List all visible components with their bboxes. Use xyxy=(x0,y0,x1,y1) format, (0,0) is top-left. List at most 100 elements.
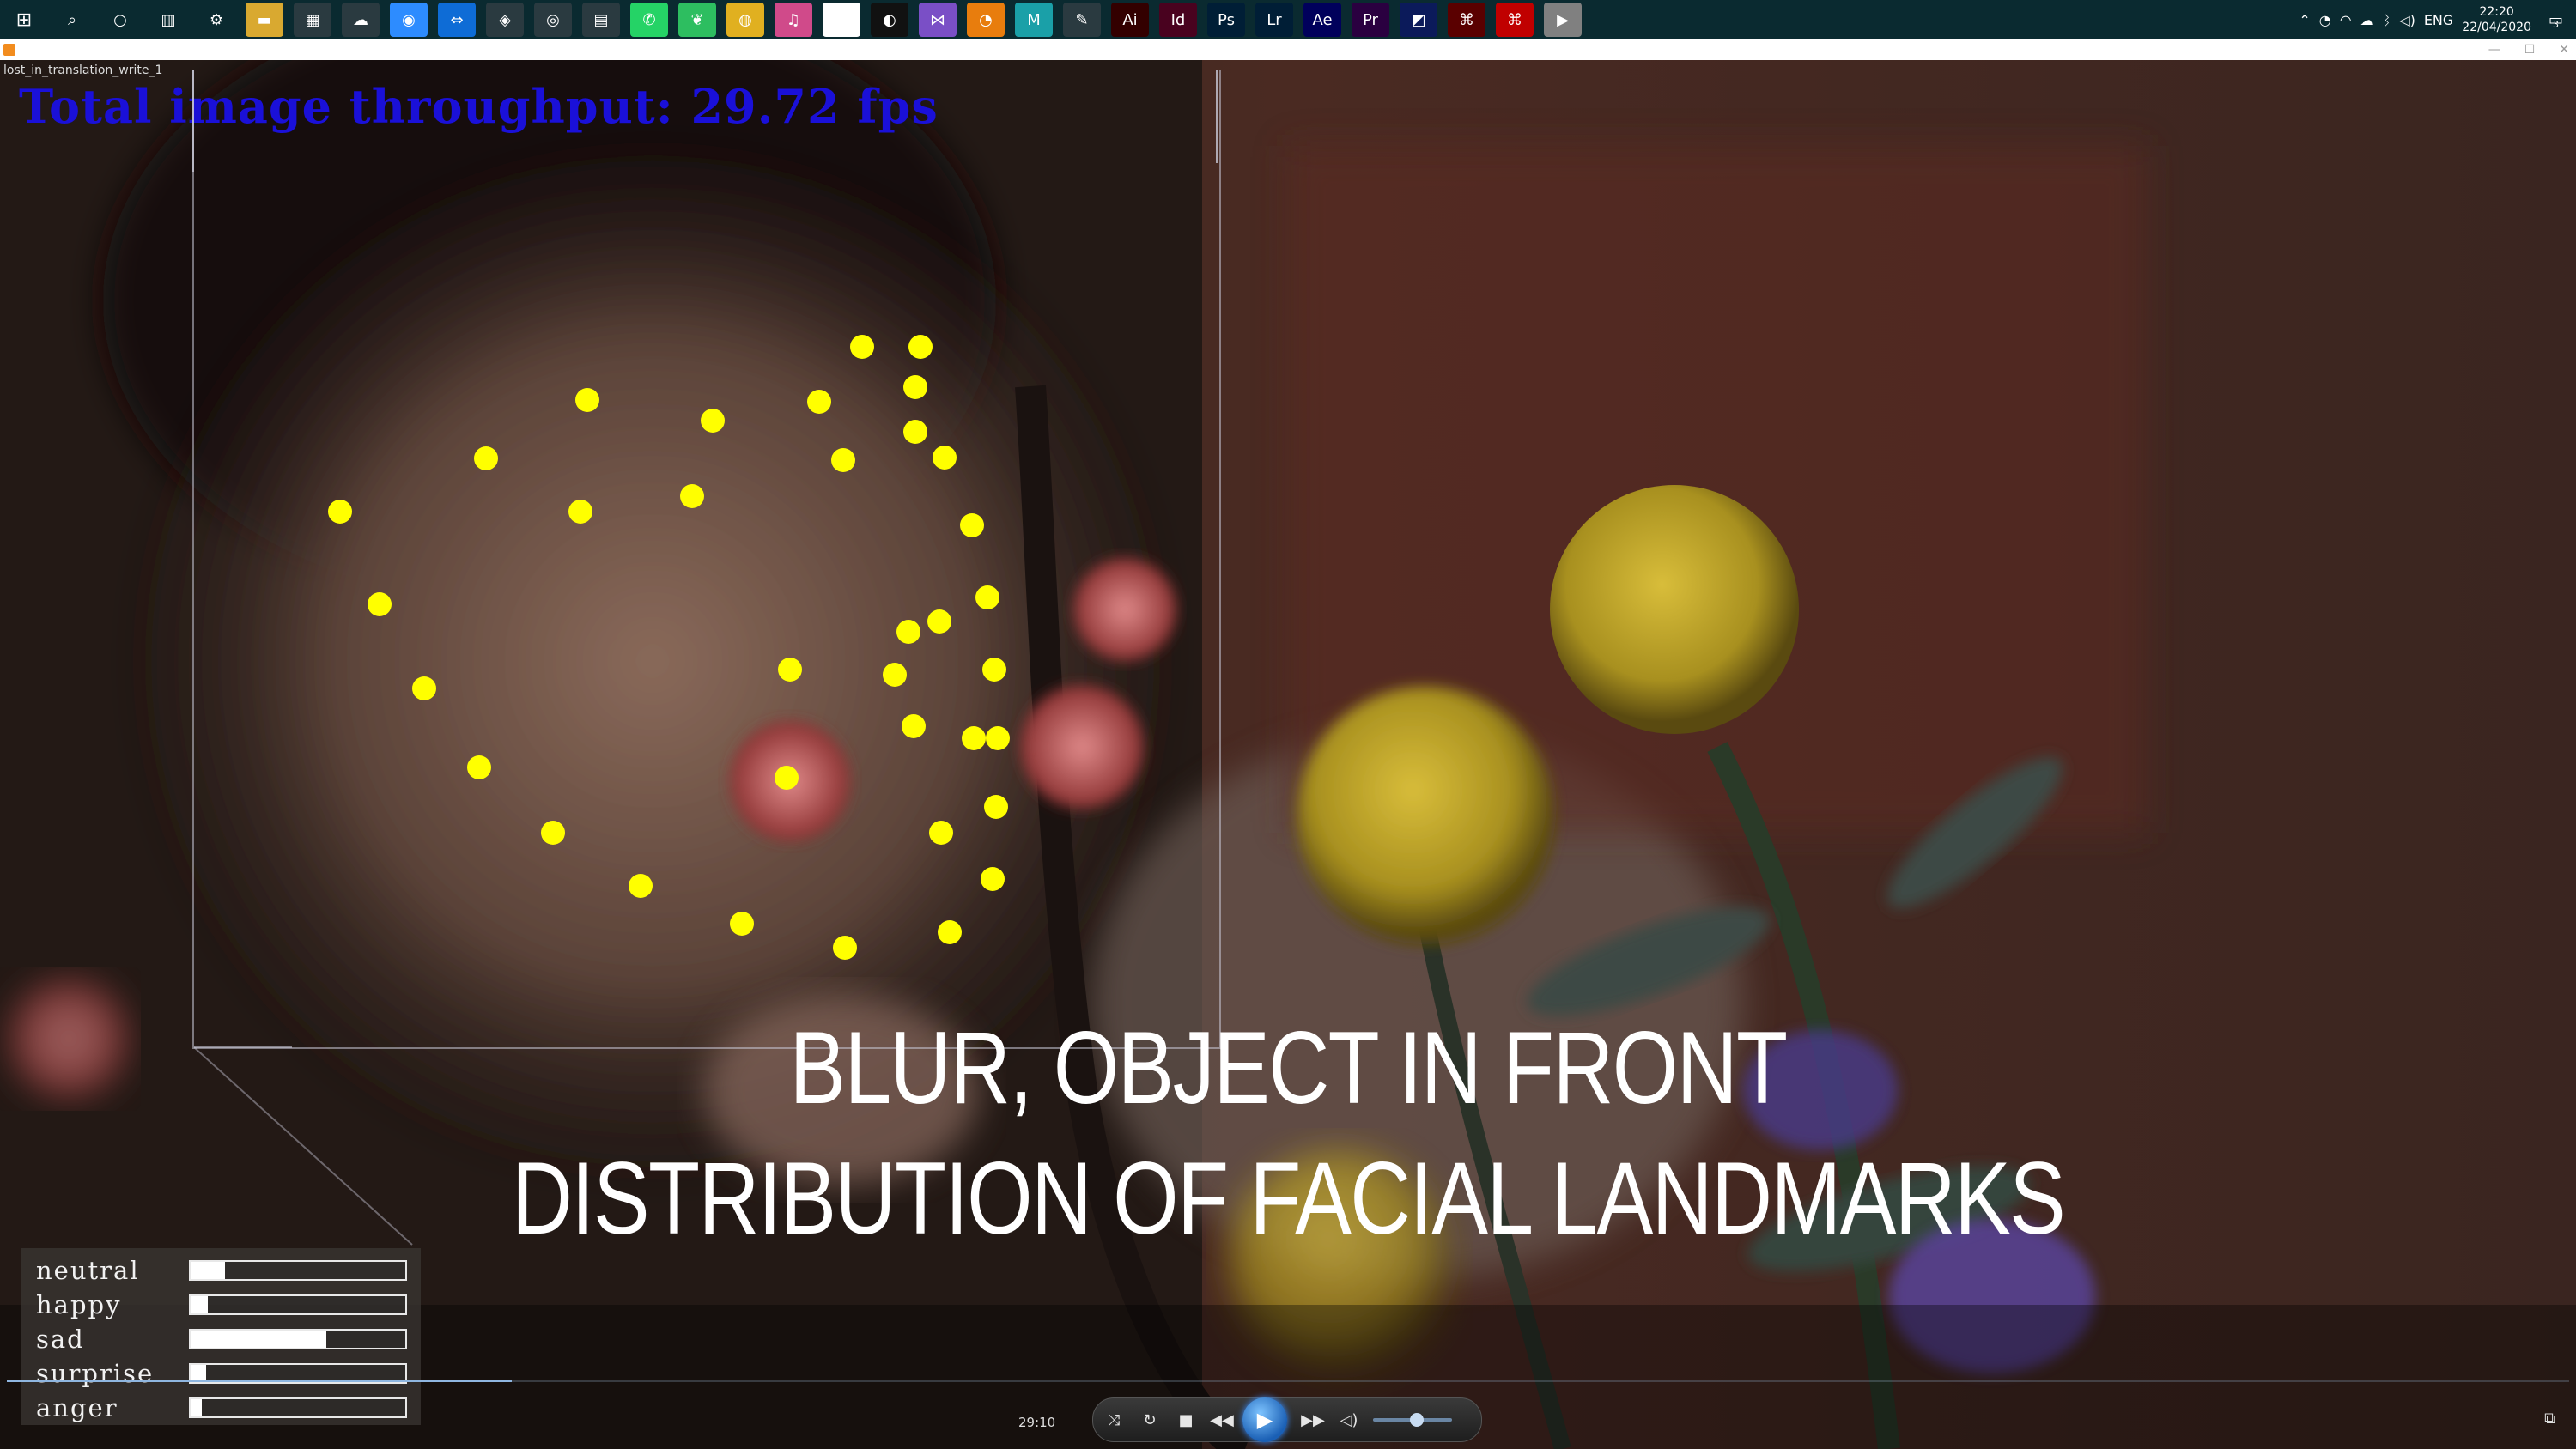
unreal-icon[interactable]: ◐ xyxy=(871,3,908,37)
weather-icon[interactable]: ☁ xyxy=(342,3,380,37)
play-icon: ▶ xyxy=(1256,1408,1273,1432)
teamviewer-icon[interactable]: ⇔ xyxy=(438,3,476,37)
landmark-point xyxy=(929,821,953,845)
landmark-point xyxy=(541,821,565,845)
acrobat-reader-icon[interactable]: ⌘ xyxy=(1496,3,1534,37)
obs-icon[interactable]: ◎ xyxy=(534,3,572,37)
landmark-point xyxy=(629,874,653,898)
tray-clock[interactable]: 22:20 22/04/2020 xyxy=(2462,4,2531,35)
caption-line-1: BLUR, OBJECT IN FRONT xyxy=(789,1010,1788,1125)
print-icon[interactable]: ▤ xyxy=(582,3,620,37)
maya-icon[interactable]: M xyxy=(1015,3,1053,37)
emotion-row-sad: sad xyxy=(21,1322,421,1356)
landmark-point xyxy=(933,446,957,470)
search-icon[interactable]: ⌕ xyxy=(53,3,91,37)
landmark-point xyxy=(975,585,999,609)
file-explorer-icon[interactable]: ▬ xyxy=(246,3,283,37)
landmark-point xyxy=(960,513,984,537)
lightroom-icon[interactable]: Lr xyxy=(1255,3,1293,37)
illustrator-icon[interactable]: Ai xyxy=(1111,3,1149,37)
landmark-point xyxy=(903,375,927,399)
landmark-point xyxy=(986,726,1010,750)
landmark-point xyxy=(850,335,874,359)
emotion-label: anger xyxy=(36,1393,118,1422)
calculator-icon[interactable]: ▦ xyxy=(294,3,331,37)
system-tray: ⌃ ◔ ◠ ☁ ᛒ ◁) ENG 22:20 22/04/2020 ▭ 3 xyxy=(2299,0,2567,39)
previous-icon[interactable]: ◀◀ xyxy=(1206,1404,1237,1435)
zoom-icon[interactable]: ◉ xyxy=(390,3,428,37)
landmark-point xyxy=(908,335,933,359)
elapsed-time: 29:10 xyxy=(1018,1415,1056,1430)
bluetooth-icon[interactable]: ᛒ xyxy=(2383,12,2391,28)
fullscreen-icon[interactable]: ⧉ xyxy=(2544,1410,2555,1428)
next-icon[interactable]: ▶▶ xyxy=(1297,1404,1328,1435)
shuffle-icon[interactable]: ⤨ xyxy=(1098,1404,1129,1435)
indesign-icon[interactable]: Id xyxy=(1159,3,1197,37)
visual-studio-icon[interactable]: ⋈ xyxy=(919,3,957,37)
volume-icon[interactable]: ◁) xyxy=(1334,1404,1364,1435)
premiere-icon[interactable]: Pr xyxy=(1352,3,1389,37)
emotion-row-happy: happy xyxy=(21,1288,421,1322)
landmark-point xyxy=(575,388,599,412)
close-icon[interactable]: ✕ xyxy=(2559,43,2569,57)
blender-icon[interactable]: ◔ xyxy=(967,3,1005,37)
acrobat-icon[interactable]: ⌘ xyxy=(1448,3,1485,37)
emotion-row-surprise: surprise xyxy=(21,1356,421,1391)
seek-bar[interactable] xyxy=(7,1380,2569,1382)
tray-time: 22:20 xyxy=(2479,5,2514,19)
emotion-bar-fill xyxy=(191,1331,326,1348)
maximize-icon[interactable]: ☐ xyxy=(2524,43,2536,57)
task-view-icon[interactable]: ▥ xyxy=(149,3,187,37)
landmark-point xyxy=(903,420,927,444)
minimize-icon[interactable]: — xyxy=(2488,43,2500,57)
cortana-icon[interactable]: ○ xyxy=(101,3,139,37)
landmark-point xyxy=(962,726,986,750)
emotion-bar xyxy=(189,1294,407,1315)
landmark-point xyxy=(474,446,498,470)
caption-line-2: DISTRIBUTION OF FACIAL LANDMARKS xyxy=(511,1141,2066,1256)
language-indicator[interactable]: ENG xyxy=(2424,12,2453,28)
virtualbox-icon[interactable]: ◈ xyxy=(486,3,524,37)
chrome-icon[interactable]: ◍ xyxy=(726,3,764,37)
landmark-point xyxy=(982,658,1006,682)
volume-slider[interactable] xyxy=(1373,1413,1452,1427)
media-encoder-icon[interactable]: ◩ xyxy=(1400,3,1437,37)
evernote-icon[interactable]: ❦ xyxy=(678,3,716,37)
landmark-point xyxy=(984,795,1008,819)
photoshop-icon[interactable]: Ps xyxy=(1207,3,1245,37)
chevron-up-icon[interactable]: ⌃ xyxy=(2299,12,2310,28)
notification-count: 3 xyxy=(2553,18,2559,30)
landmark-point xyxy=(981,867,1005,891)
volume-icon[interactable]: ◁) xyxy=(2399,12,2415,28)
video-frame[interactable]: lost_in_translation_write_1 Total image … xyxy=(0,60,2576,1449)
landmark-point xyxy=(902,714,926,738)
unity-icon[interactable]: ◆ xyxy=(823,3,860,37)
itunes-icon[interactable]: ♫ xyxy=(775,3,812,37)
landmark-point xyxy=(831,448,855,472)
media-player-icon[interactable]: ▶ xyxy=(1544,3,1582,37)
landmark-point xyxy=(701,409,725,433)
seek-bar-played xyxy=(7,1380,512,1382)
settings-icon[interactable]: ⚙ xyxy=(197,3,235,37)
windows-logo-icon[interactable]: ⊞ xyxy=(0,0,48,39)
emotion-bar xyxy=(189,1397,407,1418)
stop-icon[interactable]: ■ xyxy=(1170,1404,1201,1435)
emotion-label: happy xyxy=(36,1290,122,1319)
landmark-point xyxy=(927,609,951,634)
landmark-point xyxy=(896,620,920,644)
network-icon[interactable]: ◔ xyxy=(2319,12,2331,28)
volume-slider-thumb[interactable] xyxy=(1409,1413,1424,1427)
landmark-point xyxy=(412,676,436,700)
after-effects-icon[interactable]: Ae xyxy=(1303,3,1341,37)
whatsapp-icon[interactable]: ✆ xyxy=(630,3,668,37)
taskbar-apps: ⌕ ○ ▥ ⚙ ▬ ▦ ☁ ◉ ⇔ ◈ ◎ ▤ ✆ ❦ ◍ ♫ ◆ ◐ ⋈ ◔ M ✎ Ai Id Ps Lr Ae Pr ◩ ⌘ ⌘ ▶ xyxy=(48,3,1587,37)
repeat-icon[interactable]: ↻ xyxy=(1134,1404,1165,1435)
action-center-button[interactable]: ▭ 3 xyxy=(2540,6,2567,33)
wifi-icon[interactable]: ◠ xyxy=(2340,12,2352,28)
landmark-point xyxy=(730,912,754,936)
play-button[interactable]: ▶ xyxy=(1242,1397,1287,1442)
cloud-icon[interactable]: ☁ xyxy=(2360,12,2374,28)
emotion-row-anger: anger xyxy=(21,1391,421,1425)
zbrush-icon[interactable]: ✎ xyxy=(1063,3,1101,37)
landmark-point xyxy=(833,936,857,960)
